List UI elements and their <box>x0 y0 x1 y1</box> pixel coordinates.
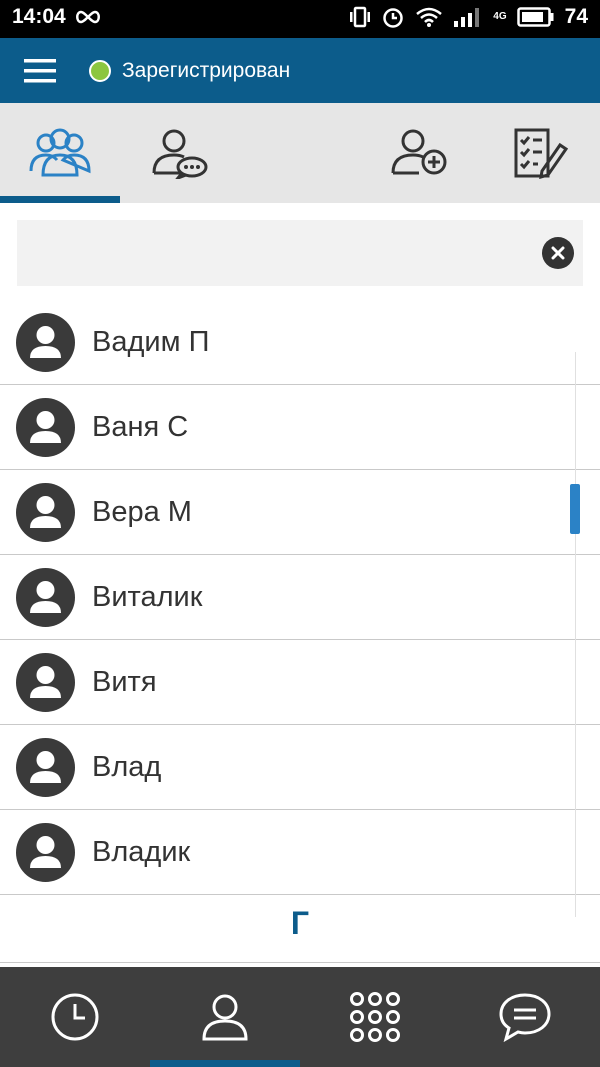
divider <box>0 962 600 963</box>
contact-name: Вера М <box>92 496 192 528</box>
list-item[interactable]: Владик <box>0 810 600 895</box>
registration-status-dot <box>89 60 111 82</box>
person-avatar-icon <box>30 326 61 358</box>
nav-dialpad[interactable] <box>300 967 450 1067</box>
alarm-icon <box>383 8 404 28</box>
clock-icon <box>51 993 99 1041</box>
dialpad-icon <box>350 992 400 1042</box>
scrollbar-track[interactable] <box>575 352 576 917</box>
vibrate-icon <box>350 6 371 28</box>
signal-icon <box>454 8 480 27</box>
active-tab-indicator <box>0 196 120 203</box>
contact-name: Владик <box>92 836 191 868</box>
search-input[interactable] <box>17 220 527 286</box>
person-icon <box>202 994 248 1041</box>
contact-name: Виталик <box>92 581 203 613</box>
tab-add-contact[interactable] <box>360 103 480 203</box>
tab-bar <box>0 103 600 203</box>
person-avatar-icon <box>30 496 61 528</box>
close-icon <box>551 246 565 260</box>
contact-chat-icon <box>152 129 208 179</box>
section-header-letter: Г <box>290 905 310 941</box>
list-item[interactable]: Вера М <box>0 470 600 555</box>
contact-name: Влад <box>92 751 162 783</box>
avatar <box>16 823 75 882</box>
person-avatar-icon <box>30 411 61 443</box>
contact-name: Вадим П <box>92 326 210 358</box>
person-avatar-icon <box>30 751 61 783</box>
wifi-icon <box>416 7 443 27</box>
avatar <box>16 653 75 712</box>
battery-level: 74 <box>564 5 588 28</box>
contact-name: Ваня С <box>92 411 189 443</box>
search-box <box>17 220 583 286</box>
infinity-icon <box>75 10 100 24</box>
tab-contacts[interactable] <box>0 103 120 203</box>
tab-edit-list[interactable] <box>480 103 600 203</box>
hamburger-menu-icon[interactable] <box>22 53 58 89</box>
app-bar: Зарегистрирован <box>0 38 600 103</box>
nav-messages[interactable] <box>450 967 600 1067</box>
status-bar: 14:04 4G 74 <box>0 0 600 38</box>
avatar <box>16 313 75 372</box>
active-nav-indicator <box>150 1060 300 1067</box>
clear-search-button[interactable] <box>542 237 574 269</box>
registration-status-label: Зарегистрирован <box>122 59 291 82</box>
nav-contacts[interactable] <box>150 967 300 1067</box>
tab-chat-contacts[interactable] <box>120 103 240 203</box>
person-avatar-icon <box>30 666 61 698</box>
list-item[interactable]: Влад <box>0 725 600 810</box>
contacts-group-icon <box>29 128 91 177</box>
list-item[interactable]: Виталик <box>0 555 600 640</box>
status-time: 14:04 <box>12 5 66 28</box>
contact-name: Витя <box>92 666 157 698</box>
chat-bubble-icon <box>499 993 551 1043</box>
list-item[interactable]: Вадим П <box>0 300 600 385</box>
checklist-edit-icon <box>514 128 568 179</box>
avatar <box>16 568 75 627</box>
contact-list: Вадим П Ваня С Вера М Виталик Витя Влад … <box>0 300 600 895</box>
person-avatar-icon <box>30 836 61 868</box>
battery-icon <box>516 7 554 27</box>
bottom-navigation <box>0 967 600 1067</box>
network-type: 4G <box>493 11 507 22</box>
avatar <box>16 483 75 542</box>
list-item[interactable]: Ваня С <box>0 385 600 470</box>
nav-history[interactable] <box>0 967 150 1067</box>
avatar <box>16 398 75 457</box>
list-item[interactable]: Витя <box>0 640 600 725</box>
person-avatar-icon <box>30 581 61 613</box>
add-contact-icon <box>391 129 447 175</box>
avatar <box>16 738 75 797</box>
scrollbar-thumb[interactable] <box>570 484 580 534</box>
